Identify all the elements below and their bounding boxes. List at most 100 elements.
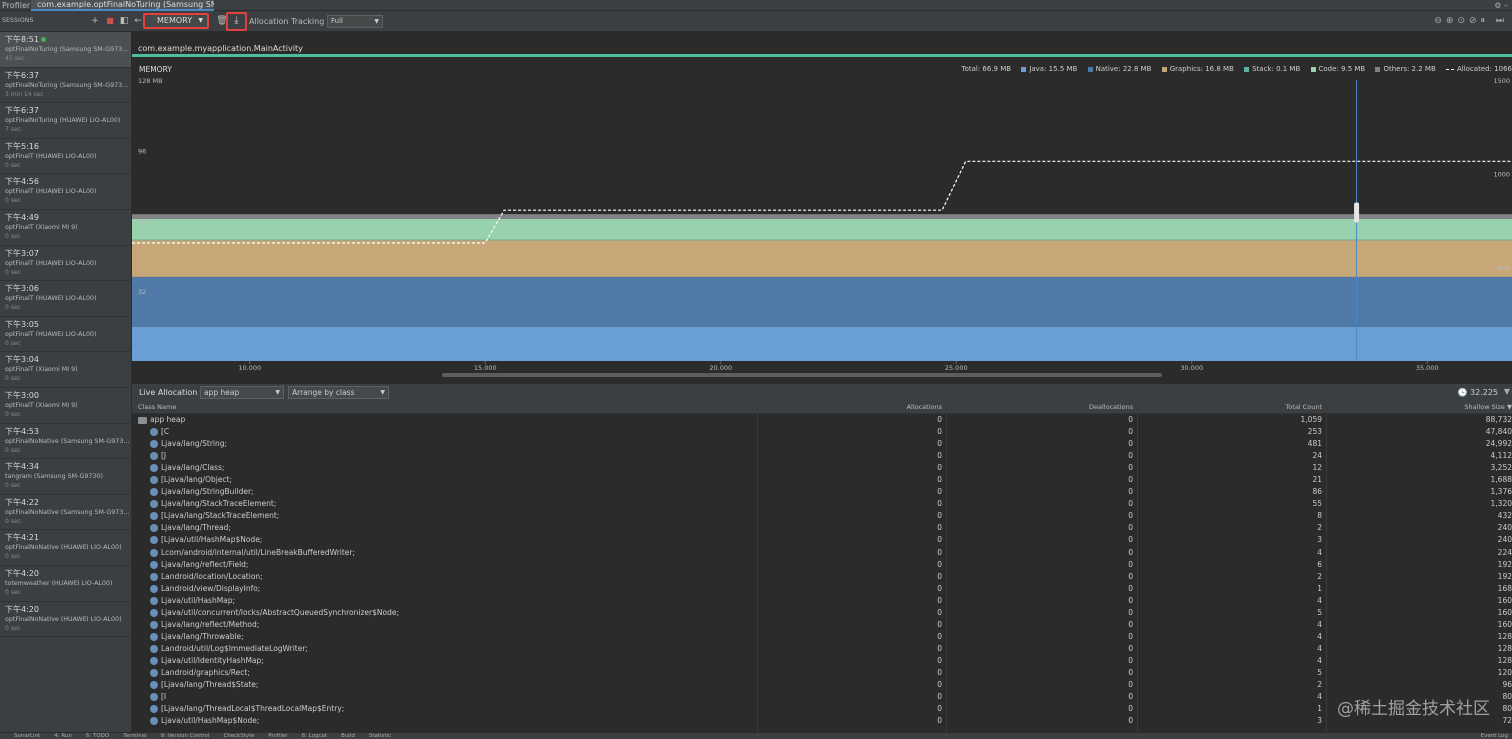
x-tick-label: 15.000: [474, 364, 497, 372]
table-row[interactable]: [Ljava/lang/Thread$State; 0 0 2 96: [132, 679, 1512, 691]
session-item[interactable]: 下午4:53 optFinalNoNative (Samsung SM-G973.…: [0, 424, 131, 460]
session-item[interactable]: 下午6:37 optFinalNoTuring (Samsung SM-G973.…: [0, 68, 131, 104]
table-row[interactable]: Landroid/location/Location; 0 0 2 192: [132, 571, 1512, 583]
timeline-scrollbar[interactable]: [132, 372, 1512, 378]
session-item[interactable]: 下午4:49 optFinalT (Xiaomi MI 9) 0 sec: [0, 210, 131, 246]
table-row[interactable]: Ljava/util/HashMap; 0 0 4 160: [132, 595, 1512, 607]
heap-select[interactable]: app heap ▼: [200, 386, 284, 399]
class-icon: [150, 536, 158, 545]
table-row[interactable]: [Ljava/lang/Object; 0 0 21 1,688: [132, 474, 1512, 486]
table-row[interactable]: [J 0 0 24 4,112: [132, 450, 1512, 462]
session-item[interactable]: 下午4:21 optFinalNoNative (HUAWEI LIO-AL00)…: [0, 530, 131, 566]
arrange-select[interactable]: Arrange by class ▼: [288, 386, 389, 399]
settings-icon[interactable]: ⚙ –: [1494, 0, 1508, 11]
column-shallow-size[interactable]: Shallow Size ▼: [1327, 401, 1512, 414]
column-deallocations[interactable]: Deallocations: [947, 401, 1133, 414]
table-row[interactable]: Ljava/lang/String; 0 0 481 24,992: [132, 438, 1512, 450]
table-row[interactable]: [C 0 0 253 47,840: [132, 426, 1512, 438]
deallocations-cell: 0: [1128, 619, 1133, 629]
table-row[interactable]: Ljava/lang/StackTraceElement; 0 0 55 1,320: [132, 498, 1512, 510]
session-item[interactable]: 下午3:06 optFinalT (HUAWEI LIO-AL00) 0 sec: [0, 281, 131, 317]
class-icon: [150, 681, 158, 690]
folder-icon: [138, 416, 147, 424]
table-row[interactable]: Landroid/view/DisplayInfo; 0 0 1 168: [132, 583, 1512, 595]
table-row[interactable]: Ljava/lang/Thread; 0 0 2 240: [132, 522, 1512, 534]
table-row[interactable]: Ljava/lang/Class; 0 0 12 3,252: [132, 462, 1512, 474]
session-name: optFinalT (HUAWEI LIO-AL00): [5, 330, 97, 338]
dump-heap-button[interactable]: ⤓: [226, 12, 247, 31]
deallocations-cell: 0: [1128, 655, 1133, 665]
table-row[interactable]: [Ljava/lang/ThreadLocal$ThreadLocalMap$E…: [132, 703, 1512, 715]
session-item[interactable]: 下午5:16 optFinalT (HUAWEI LIO-AL00) 0 sec: [0, 139, 131, 175]
session-item[interactable]: 下午3:00 optFinalT (Xiaomi MI 9) 0 sec: [0, 388, 131, 424]
table-row[interactable]: [Ljava/lang/StackTraceElement; 0 0 8 432: [132, 510, 1512, 522]
table-row[interactable]: Lcom/android/internal/util/LineBreakBuff…: [132, 547, 1512, 559]
session-duration: 0 sec: [5, 339, 21, 347]
deallocations-cell: 0: [1128, 667, 1133, 677]
session-item[interactable]: 下午4:20 optFinalNoNative (HUAWEI LIO-AL00)…: [0, 602, 131, 638]
profiler-select[interactable]: MEMORY ▼: [143, 13, 209, 29]
session-item[interactable]: 下午6:37 optFinalNoTuring (HUAWEI LIO-AL00)…: [0, 103, 131, 139]
tool-window-tab[interactable]: Terminal: [123, 733, 146, 739]
tool-window-tab[interactable]: Profiler: [268, 733, 287, 739]
session-item[interactable]: 下午3:07 optFinalT (HUAWEI LIO-AL00) 0 sec: [0, 246, 131, 282]
allocations-cell: 0: [937, 643, 942, 653]
table-row[interactable]: Ljava/util/concurrent/locks/AbstractQueu…: [132, 607, 1512, 619]
session-item[interactable]: 下午4:34 tangram (Samsung SM-G9730) 0 sec: [0, 459, 131, 495]
class-name-cell: Ljava/lang/reflect/Field;: [138, 559, 753, 571]
tool-window-tab[interactable]: 4: Run: [54, 733, 72, 739]
table-row[interactable]: Ljava/util/IdentityHashMap; 0 0 4 128: [132, 655, 1512, 667]
session-item[interactable]: 下午3:04 optFinalT (Xiaomi MI 9) 0 sec: [0, 352, 131, 388]
tool-window-tab[interactable]: 9: Version Control: [160, 733, 209, 739]
memory-chart[interactable]: 128 MB 96 64 32 1500 1000 500 10.000 15.000 20.00…: [132, 60, 1512, 377]
session-item[interactable]: 下午4:20 totemweather (HUAWEI LIO-AL00) 0 se…: [0, 566, 131, 602]
tab-session[interactable]: com.example.optFinalNoTuring (Samsung SM…: [31, 0, 214, 11]
table-row[interactable]: [I 0 0 4 80: [132, 691, 1512, 703]
chart-title: MEMORY: [139, 65, 172, 74]
table-row[interactable]: Ljava/lang/reflect/Method; 0 0 4 160: [132, 619, 1512, 631]
session-item[interactable]: 下午4:22 optFinalNoNative (Samsung SM-G973.…: [0, 495, 131, 531]
table-row[interactable]: Ljava/lang/Throwable; 0 0 4 128: [132, 631, 1512, 643]
live-allocation-label: Live Allocation: [139, 388, 198, 397]
live-allocation-bar: Live Allocation app heap ▼ Arrange by cl…: [132, 383, 1512, 401]
session-name: optFinalT (HUAWEI LIO-AL00): [5, 188, 97, 196]
tool-window-tab[interactable]: 6: Logcat: [302, 733, 327, 739]
chevron-down-icon: ▼: [374, 18, 379, 25]
total-count-cell: 1: [1317, 704, 1322, 714]
session-item[interactable]: 下午4:56 optFinalT (HUAWEI LIO-AL00) 0 sec: [0, 174, 131, 210]
memory-chart-svg: 128 MB 96 64 32 1500 1000 500 10.000 15.000 20.00…: [132, 77, 1512, 372]
total-count-cell: 8: [1317, 511, 1322, 521]
table-row[interactable]: Ljava/lang/StringBuilder; 0 0 86 1,376: [132, 486, 1512, 498]
table-row[interactable]: Ljava/util/HashMap$Node; 0 0 3 72: [132, 715, 1512, 727]
table-row[interactable]: app heap 0 0 1,059 88,732: [132, 414, 1512, 426]
tool-window-tab[interactable]: Build: [341, 733, 355, 739]
collapse-panel-icon[interactable]: ◧: [118, 15, 130, 27]
filter-icon[interactable]: ▼: [1504, 387, 1510, 396]
column-total-count[interactable]: Total Count: [1138, 401, 1322, 414]
class-name-cell: app heap: [138, 414, 753, 426]
allocation-tracking-select[interactable]: Full ▼: [327, 15, 383, 28]
legend-stack: Stack: 0.1 MB: [1244, 65, 1300, 73]
zoom-controls[interactable]: ⊖⊕⊙⊘⏸ ⏭: [1434, 16, 1508, 26]
table-row[interactable]: Landroid/graphics/Rect; 0 0 5 120: [132, 667, 1512, 679]
session-item[interactable]: 下午3:05 optFinalT (HUAWEI LIO-AL00) 0 sec: [0, 317, 131, 353]
session-item[interactable]: 下午8:51 optFinalNoTuring (Samsung SM-G973.…: [0, 32, 131, 68]
tool-window-tab[interactable]: SonarLint: [14, 733, 40, 739]
tool-window-tab[interactable]: CheckStyle: [223, 733, 254, 739]
add-session-icon[interactable]: +: [89, 15, 101, 27]
shallow-size-cell: 4,112: [1490, 451, 1512, 461]
session-time: 下午4:22: [5, 497, 39, 507]
column-class-name[interactable]: Class Name: [138, 401, 753, 414]
deallocations-cell: 0: [1128, 595, 1133, 605]
tool-window-tab[interactable]: Statistic: [369, 733, 391, 739]
tool-window-tab[interactable]: 6: TODO: [86, 733, 109, 739]
deallocations-cell: 0: [1128, 415, 1133, 424]
table-row[interactable]: Ljava/lang/reflect/Field; 0 0 6 192: [132, 559, 1512, 571]
table-row[interactable]: Landroid/util/Log$ImmediateLogWriter; 0 0 4…: [132, 643, 1512, 655]
deallocations-cell: 0: [1128, 704, 1133, 714]
table-row[interactable]: [Ljava/util/HashMap$Node; 0 0 3 240: [132, 534, 1512, 546]
timeline-scroll-thumb[interactable]: [442, 373, 1162, 377]
stop-session-icon[interactable]: ■: [104, 15, 116, 27]
column-allocations[interactable]: Allocations: [758, 401, 942, 414]
event-log-tab[interactable]: Event Log: [1481, 733, 1508, 739]
